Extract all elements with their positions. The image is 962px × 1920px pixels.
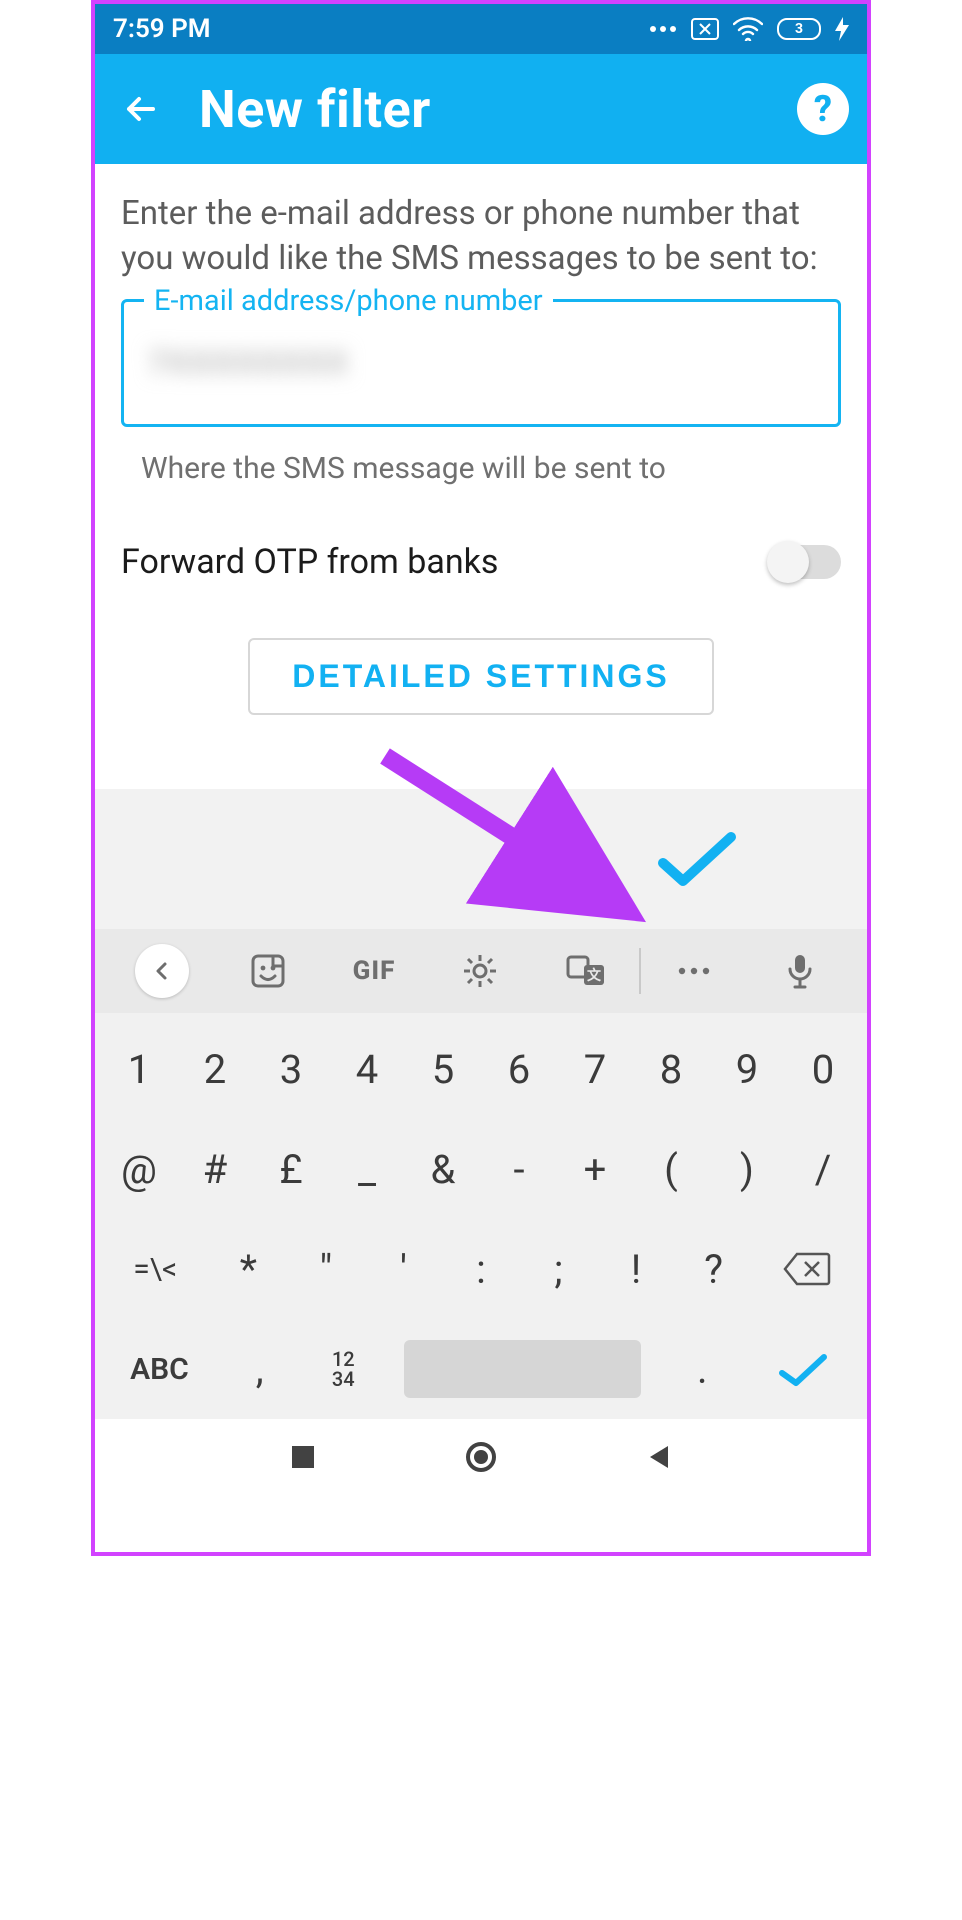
- key-'[interactable]: ': [365, 1219, 443, 1319]
- back-button[interactable]: [113, 89, 169, 129]
- keyboard-top-bar: GIF 文: [95, 929, 867, 1013]
- forward-otp-label: Forward OTP from banks: [121, 542, 498, 582]
- key-![interactable]: !: [597, 1219, 675, 1319]
- key-4[interactable]: 4: [329, 1019, 405, 1119]
- gif-icon[interactable]: GIF: [321, 956, 427, 986]
- gear-icon[interactable]: [427, 953, 533, 989]
- key-#[interactable]: #: [177, 1119, 253, 1219]
- key-@[interactable]: @: [101, 1119, 177, 1219]
- key-=\<[interactable]: =\<: [101, 1219, 210, 1319]
- key-+[interactable]: +: [557, 1119, 633, 1219]
- key-.[interactable]: .: [661, 1319, 745, 1419]
- confirm-check-icon[interactable]: [657, 829, 737, 889]
- key-5[interactable]: 5: [405, 1019, 481, 1119]
- no-sim-icon: [691, 18, 719, 40]
- key-,[interactable]: ,: [218, 1319, 302, 1419]
- forward-otp-toggle[interactable]: [769, 545, 841, 579]
- key-)[interactable]: ): [709, 1119, 785, 1219]
- recipient-input[interactable]: [124, 302, 838, 424]
- help-button[interactable]: ?: [797, 83, 849, 135]
- back-nav-button[interactable]: [644, 1442, 674, 1476]
- key-6[interactable]: 6: [481, 1019, 557, 1119]
- keyboard: 1234567890 @#£_&-+()/ =\<*"':;!? ABC,123…: [95, 1013, 867, 1419]
- sticker-icon[interactable]: [215, 953, 321, 989]
- more-dots-icon: [649, 24, 677, 34]
- key-0[interactable]: 0: [785, 1019, 861, 1119]
- charging-icon: [835, 17, 849, 41]
- key-:[interactable]: :: [442, 1219, 520, 1319]
- instruction-text: Enter the e-mail address or phone number…: [121, 192, 841, 281]
- key-1[interactable]: 1: [101, 1019, 177, 1119]
- key-ABC[interactable]: ABC: [101, 1319, 218, 1419]
- key-"[interactable]: ": [287, 1219, 365, 1319]
- collapse-suggestions-icon[interactable]: [135, 944, 189, 998]
- key-2[interactable]: 2: [177, 1019, 253, 1119]
- key-£[interactable]: £: [253, 1119, 329, 1219]
- home-button[interactable]: [463, 1439, 499, 1479]
- mic-icon[interactable]: [747, 953, 853, 989]
- key-([interactable]: (: [633, 1119, 709, 1219]
- enter-key[interactable]: [744, 1319, 861, 1419]
- key-3[interactable]: 3: [253, 1019, 329, 1119]
- key-&[interactable]: &: [405, 1119, 481, 1219]
- key--[interactable]: -: [481, 1119, 557, 1219]
- key-*[interactable]: *: [210, 1219, 288, 1319]
- battery-icon: 3: [777, 18, 821, 40]
- key-;[interactable]: ;: [520, 1219, 598, 1319]
- svg-text:文: 文: [587, 967, 602, 984]
- recent-apps-button[interactable]: [288, 1442, 318, 1476]
- translate-icon[interactable]: 文: [533, 953, 639, 989]
- app-bar: New filter ?: [95, 54, 867, 164]
- key-8[interactable]: 8: [633, 1019, 709, 1119]
- status-bar: 7:59 PM 3: [95, 4, 867, 54]
- page-title: New filter: [169, 79, 797, 140]
- key-_[interactable]: _: [329, 1119, 405, 1219]
- key-7[interactable]: 7: [557, 1019, 633, 1119]
- key-/[interactable]: /: [785, 1119, 861, 1219]
- more-icon[interactable]: [641, 966, 747, 976]
- wifi-icon: [733, 17, 763, 41]
- recipient-helper: Where the SMS message will be sent to: [141, 451, 841, 486]
- numpad-key[interactable]: 1234: [301, 1319, 385, 1419]
- key-?[interactable]: ?: [675, 1219, 753, 1319]
- recipient-field[interactable]: E-mail address/phone number: [121, 299, 841, 427]
- confirm-strip: [95, 789, 867, 929]
- system-nav-bar: [95, 1419, 867, 1499]
- key-9[interactable]: 9: [709, 1019, 785, 1119]
- detailed-settings-button[interactable]: DETAILED SETTINGS: [248, 638, 714, 715]
- space-key[interactable]: [385, 1319, 661, 1419]
- backspace-key[interactable]: [752, 1219, 861, 1319]
- status-time: 7:59 PM: [113, 14, 211, 44]
